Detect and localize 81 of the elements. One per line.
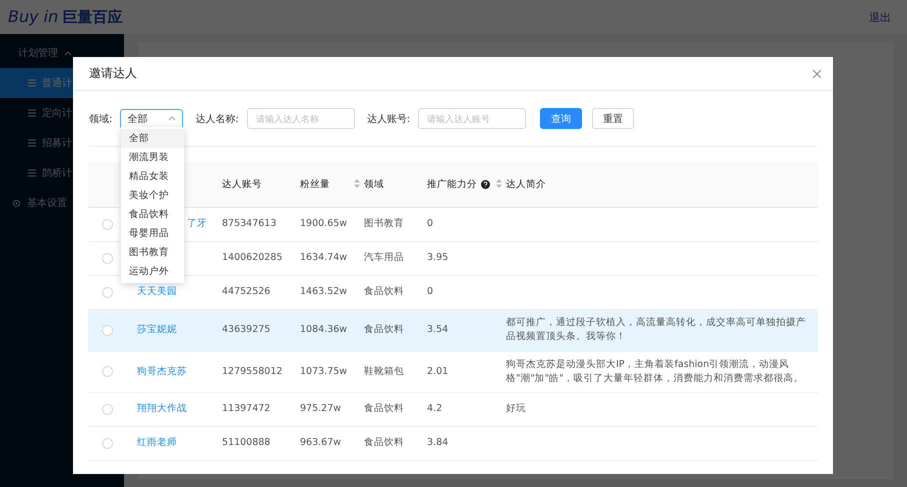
sidebar-item[interactable]: 计划管理: [0, 38, 124, 68]
logout-link[interactable]: 退出: [869, 10, 891, 24]
table-cell-text: 食品饮料: [364, 402, 404, 416]
influencer-link[interactable]: 天天美园: [137, 285, 177, 300]
table-cell-text: 4.2: [427, 402, 442, 416]
reset-button[interactable]: 重置: [592, 108, 634, 129]
table-cell: 1084.36w: [300, 323, 348, 338]
row-radio[interactable]: [102, 404, 113, 415]
table-header-cell: 达人账号: [222, 162, 300, 208]
gear-icon: [12, 198, 21, 208]
table-cell-text: 汽车用品: [364, 251, 404, 266]
table-cell: 43639275: [222, 323, 270, 338]
table-cell: 1073.75w: [300, 364, 348, 379]
table-cell-text: 食品饮料: [364, 285, 404, 300]
sidebar-item[interactable]: 鹊桥计: [0, 158, 124, 188]
sidebar-item[interactable]: 基本设置: [0, 188, 124, 218]
influencer-link[interactable]: 狗哥杰克苏: [137, 364, 187, 379]
dropdown-option[interactable]: 图书教育: [121, 243, 184, 262]
table-header-cell: 推广能力分: [427, 162, 506, 208]
sort-icon[interactable]: [496, 178, 502, 188]
table-cell-text: 1463.52w: [300, 285, 348, 300]
close-icon[interactable]: [813, 70, 821, 78]
dropdown-option[interactable]: 食品饮料: [121, 205, 184, 224]
dropdown-option[interactable]: 潮流男装: [121, 148, 184, 167]
table-cell: 3.54: [427, 323, 448, 338]
table-cell-text: 好玩: [506, 402, 526, 416]
dropdown-option[interactable]: 美妆个护: [121, 186, 184, 205]
logo-text: 巨量百应: [62, 8, 122, 26]
table-cell: 2.01: [427, 364, 448, 379]
table-cell-text: 都可推广，通过段子软植入，高流量高转化，成交率高可单独拍摄产品视频置顶头条。我等你！: [506, 316, 807, 344]
table-cell-text: 975.27w: [300, 402, 342, 416]
table-header-cell: 粉丝量: [300, 162, 364, 208]
influencer-link[interactable]: 翔翔大作战: [137, 402, 187, 417]
table-cell-text: 图书教育: [364, 217, 404, 232]
table-header-cell: 达人简介: [506, 162, 818, 208]
table-cell-text: 11397472: [222, 402, 270, 416]
table-cell: 食品饮料: [364, 323, 404, 338]
list-icon: [28, 139, 36, 147]
table-cell-text: 0: [427, 285, 434, 300]
table-cell-text: 食品饮料: [364, 436, 404, 450]
table-cell-text: 1900.65w: [300, 217, 348, 232]
dropdown-option[interactable]: 母婴用品: [121, 224, 184, 243]
field-label: 达人名称:: [195, 112, 239, 126]
table-cell: 鞋靴箱包: [364, 364, 404, 379]
dropdown-option[interactable]: 全部: [121, 129, 184, 148]
table-cell-text: 1634.74w: [300, 251, 348, 266]
row-radio[interactable]: [102, 438, 113, 449]
table-cell-text: 51100888: [222, 436, 270, 450]
dropdown-option[interactable]: 运动户外: [121, 262, 184, 281]
search-button[interactable]: 查询: [540, 108, 582, 129]
table-cell-text: 963.67w: [300, 436, 342, 450]
field-label: 达人账号:: [366, 112, 410, 126]
table-cell-text: 0: [427, 217, 434, 232]
table-cell-text: 44752526: [222, 285, 270, 300]
table-cell-text: 3.95: [427, 251, 448, 266]
name-input[interactable]: 请输入达人名称: [246, 108, 355, 129]
table-cell-text: 1400620285: [222, 251, 282, 266]
table-cell-text: 3.84: [427, 436, 448, 450]
influencer-link[interactable]: 红雨老师: [137, 436, 177, 451]
help-icon[interactable]: [481, 180, 490, 189]
table-cell: 1279558012: [222, 364, 282, 379]
sidebar-item[interactable]: 招募计: [0, 128, 124, 158]
row-radio[interactable]: [102, 366, 113, 378]
table-cell-text: 狗哥杰克苏是动漫头部大IP，主角着装fashion引领潮流，动漫风格"潮"加"皓"，吸引了大量年轻群体，消费能力和消费需求都很高。: [506, 358, 804, 386]
row-radio[interactable]: [102, 253, 113, 264]
influencer-link[interactable]: 了牙: [187, 217, 207, 232]
logo: Buy in: [8, 7, 58, 26]
row-radio[interactable]: [102, 324, 113, 336]
list-icon: [28, 79, 36, 87]
sort-icon[interactable]: [354, 178, 360, 188]
row-radio[interactable]: [102, 219, 113, 230]
row-radio[interactable]: [102, 287, 113, 298]
chevron-icon: [168, 116, 176, 121]
dropdown-option[interactable]: 精品女装: [121, 167, 184, 186]
list-icon: [28, 169, 36, 177]
field-label: 领域:: [89, 112, 112, 126]
table-header-cell: 领域: [364, 162, 427, 208]
table-cell-text: 875347613: [222, 217, 276, 232]
influencer-link[interactable]: 莎宝妮妮: [137, 323, 177, 338]
list-icon: [28, 109, 36, 117]
account-input[interactable]: 请输入达人账号: [418, 108, 526, 129]
